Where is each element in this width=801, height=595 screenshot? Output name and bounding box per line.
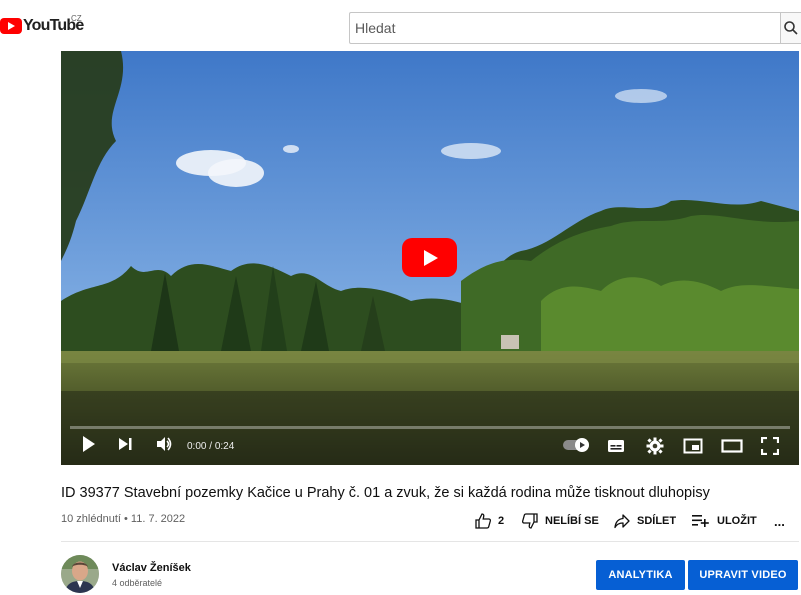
fullscreen-button[interactable]: [760, 436, 780, 460]
save-button[interactable]: ULOŽIT: [691, 512, 757, 530]
meta-dot: •: [124, 513, 128, 525]
autoplay-toggle-icon: [563, 438, 589, 452]
share-label: SDÍLET: [637, 515, 677, 527]
upload-date: 11. 7. 2022: [130, 513, 186, 525]
big-play-button[interactable]: [402, 238, 457, 277]
avatar-image: [61, 555, 99, 593]
time-separator: /: [209, 441, 213, 452]
subtitles-icon: [608, 440, 624, 452]
youtube-logo-icon: [0, 18, 22, 34]
analytics-button[interactable]: ANALYTIKA: [596, 560, 685, 590]
youtube-logo[interactable]: YouTube CZ: [0, 14, 84, 35]
edit-video-button[interactable]: UPRAVIT VIDEO: [688, 560, 798, 590]
time-display: 0:00 / 0:24: [187, 441, 234, 452]
play-icon: [83, 436, 95, 452]
theater-mode-icon: [721, 439, 743, 453]
miniplayer-button[interactable]: [683, 438, 703, 459]
volume-icon: [157, 437, 172, 451]
like-button[interactable]: 2: [474, 512, 504, 530]
search-box: [349, 12, 781, 44]
video-title: ID 39377 Stavební pozemky Kačice u Prahy…: [61, 485, 710, 501]
search-icon: [784, 21, 798, 35]
top-bar: YouTube CZ: [0, 0, 801, 56]
time-current: 0:00: [187, 441, 207, 452]
dislike-button[interactable]: NELÍBÍ SE: [521, 512, 599, 530]
miniplayer-icon: [683, 438, 703, 454]
thumbs-down-icon: [521, 513, 538, 529]
dislike-label: NELÍBÍ SE: [545, 515, 599, 527]
search-input[interactable]: [350, 13, 781, 43]
share-icon: [614, 514, 630, 529]
video-meta: 10 zhlédnutí • 11. 7. 2022: [61, 513, 185, 525]
view-count: 10 zhlédnutí: [61, 513, 121, 525]
theater-mode-button[interactable]: [721, 439, 743, 458]
settings-button[interactable]: [646, 437, 664, 460]
share-button[interactable]: SDÍLET: [613, 512, 676, 530]
play-button[interactable]: [81, 435, 97, 458]
search-button[interactable]: [780, 12, 801, 44]
player-controls: 0:00 / 0:24: [61, 429, 799, 465]
thumbs-up-icon: [475, 513, 492, 529]
subscriber-count: 4 odběratelé: [112, 578, 163, 588]
channel-avatar[interactable]: [61, 555, 99, 593]
subtitles-button[interactable]: [607, 438, 625, 459]
country-code: CZ: [71, 14, 82, 23]
autoplay-toggle[interactable]: [562, 437, 592, 458]
time-total: 0:24: [214, 441, 235, 452]
more-actions-label: ...: [774, 513, 785, 529]
more-actions-button[interactable]: ...: [774, 512, 785, 530]
next-button[interactable]: [117, 435, 133, 458]
save-to-playlist-icon: [692, 515, 709, 527]
channel-name[interactable]: Václav Ženíšek: [112, 562, 191, 574]
volume-button[interactable]: [155, 435, 173, 458]
divider: [61, 541, 799, 542]
save-label: ULOŽIT: [717, 515, 757, 527]
settings-gear-icon: [646, 437, 664, 455]
video-player[interactable]: 0:00 / 0:24: [61, 51, 799, 465]
fullscreen-icon: [760, 436, 780, 456]
next-icon: [119, 438, 132, 450]
like-count: 2: [498, 515, 505, 527]
